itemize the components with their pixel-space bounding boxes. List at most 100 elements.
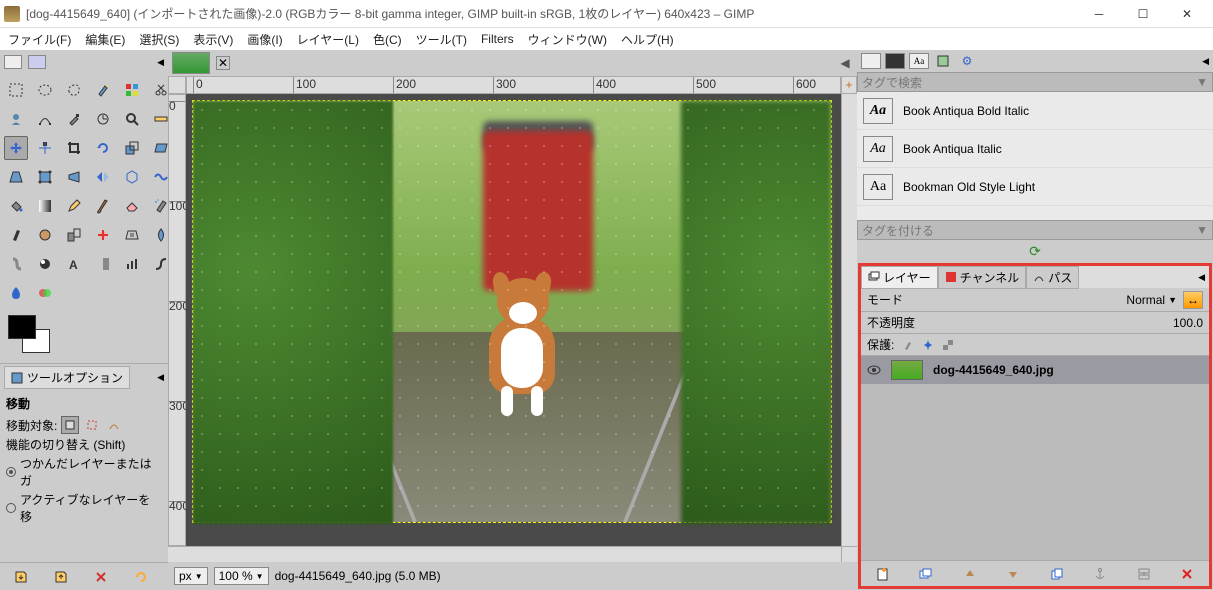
menu-file[interactable]: ファイル(F) [2,29,77,50]
menu-filters[interactable]: Filters [475,30,520,48]
tool-scale[interactable] [120,136,144,160]
toolbox-menu-arrow[interactable]: ◀ [157,57,164,68]
tool-options-tab[interactable]: ツールオプション [4,366,130,389]
font-item[interactable]: Aa Book Antiqua Italic [857,130,1213,168]
tool-foreground-select[interactable] [4,107,28,131]
ruler-vertical[interactable]: 0 100 200 300 400 [168,94,186,546]
tool-text[interactable]: A [62,252,86,276]
history-tab-icon[interactable] [933,53,953,69]
ruler-corner[interactable] [168,76,186,94]
move-target-layer-icon[interactable] [61,416,79,434]
tool-hue-sat[interactable] [33,281,57,305]
layer-down-icon[interactable] [1004,565,1022,583]
tool-align[interactable] [33,136,57,160]
tool-cage[interactable] [120,165,144,189]
tool-perspective-clone[interactable] [120,223,144,247]
tool-paths[interactable] [33,107,57,131]
menu-image[interactable]: 画像(I) [241,29,288,50]
tool-bucket-fill[interactable] [4,194,28,218]
tool-measure[interactable] [91,107,115,131]
mode-selector[interactable]: Normal ▼ [1126,293,1177,307]
tool-perspective[interactable] [4,165,28,189]
close-button[interactable]: ✕ [1165,0,1209,28]
tool-mypaint[interactable] [33,223,57,247]
layer-list[interactable]: dog-4415649_640.jpg [861,356,1209,560]
layer-duplicate-icon[interactable] [1048,565,1066,583]
tool-eraser[interactable] [120,194,144,218]
layer-anchor-icon[interactable] [1091,565,1109,583]
image-tab-menu[interactable]: ◀ [837,55,853,71]
toolbox-tab-icon[interactable] [4,55,22,69]
tab-paths[interactable]: パス [1026,266,1079,289]
canvas[interactable] [186,94,841,546]
lock-alpha-icon[interactable] [942,339,954,351]
tool-flip[interactable] [91,165,115,189]
layer-name[interactable]: dog-4415649_640.jpg [933,363,1054,377]
image-tab-thumb[interactable] [172,52,210,74]
maximize-button[interactable]: ☐ [1121,0,1165,28]
tool-heal[interactable] [91,223,115,247]
opacity-value[interactable]: 100.0 [1173,316,1203,330]
tool-dodge[interactable] [33,252,57,276]
tool-move[interactable] [4,136,28,160]
layer-merge-icon[interactable] [1135,565,1153,583]
dock-config-icon[interactable]: ⚙ [957,53,977,69]
tool-gegl[interactable] [91,252,115,276]
tool-color-picker[interactable] [62,107,86,131]
fg-color-swatch[interactable] [8,315,36,339]
mode-switch-icon[interactable]: ↔ [1183,291,1203,309]
tool-free-select[interactable] [62,78,86,102]
tool-options-menu[interactable]: ◀ [157,372,164,383]
move-opt2-radio[interactable] [6,503,16,513]
tool-pencil[interactable] [62,194,86,218]
layer-delete-icon[interactable] [1178,565,1196,583]
tool-handle-transform[interactable] [62,165,86,189]
menu-color[interactable]: 色(C) [367,29,408,50]
image-tab-close[interactable]: ✕ [216,56,230,70]
menu-edit[interactable]: 編集(E) [79,29,131,50]
canvas-nav-icon[interactable] [841,76,857,94]
tab-layers[interactable]: レイヤー [861,266,938,289]
tool-zoom[interactable] [120,107,144,131]
menu-tools[interactable]: ツール(T) [410,29,473,50]
patterns-tab-icon[interactable] [885,53,905,69]
tool-ellipse-select[interactable] [33,78,57,102]
tool-by-color-select[interactable] [120,78,144,102]
restore-options-icon[interactable] [54,570,68,584]
menu-view[interactable]: 表示(V) [187,29,239,50]
unit-selector[interactable]: px▼ [174,567,208,585]
layers-panel-menu[interactable]: ◀ [1194,272,1209,283]
zoom-selector[interactable]: 100 %▼ [214,567,269,585]
eye-icon[interactable] [867,363,881,377]
right-dock-menu[interactable]: ◀ [1202,56,1209,67]
tool-rect-select[interactable] [4,78,28,102]
reset-options-icon[interactable] [134,570,148,584]
lock-pixels-icon[interactable] [902,339,914,351]
layer-new-icon[interactable] [874,565,892,583]
tab-channels[interactable]: チャンネル [938,266,1027,289]
toolbox-tab-icon-2[interactable] [28,55,46,69]
vertical-scrollbar[interactable] [841,94,857,546]
menu-window[interactable]: ウィンドウ(W) [522,29,613,50]
move-target-selection-icon[interactable] [83,416,101,434]
canvas-nav-button[interactable] [841,547,857,562]
menu-layer[interactable]: レイヤー(L) [291,29,365,50]
tool-blend[interactable] [33,194,57,218]
delete-options-icon[interactable] [94,570,108,584]
tool-fuzzy-select[interactable] [91,78,115,102]
tool-smudge[interactable] [4,252,28,276]
font-filter-input[interactable]: タグで検索 ▼ [857,72,1213,92]
layer-up-icon[interactable] [961,565,979,583]
font-item[interactable]: Aa Bookman Old Style Light [857,168,1213,206]
save-options-icon[interactable] [14,570,28,584]
menu-select[interactable]: 選択(S) [133,29,185,50]
refresh-icon[interactable]: ⟳ [1029,243,1041,260]
brushes-tab-icon[interactable] [861,53,881,69]
tool-crop[interactable] [62,136,86,160]
font-tag-input[interactable]: タグを付ける ▼ [857,220,1213,240]
tool-ink[interactable] [4,223,28,247]
tool-levels[interactable] [120,252,144,276]
layer-row[interactable]: dog-4415649_640.jpg [861,356,1209,384]
font-item[interactable]: Aa Book Antiqua Bold Italic [857,92,1213,130]
tool-color-balance[interactable] [4,281,28,305]
